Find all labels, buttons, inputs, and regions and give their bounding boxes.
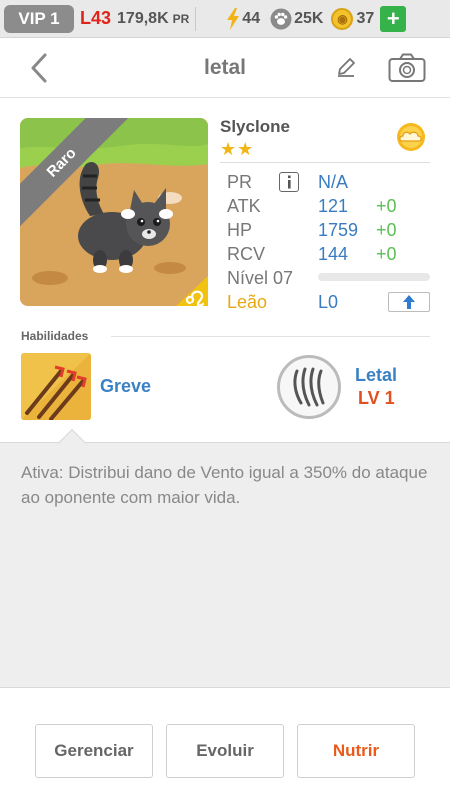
power-unit: PR: [172, 11, 190, 26]
nav-bar: letal: [0, 38, 450, 98]
rename-button[interactable]: [334, 55, 358, 84]
lightning-icon: [227, 7, 240, 30]
evolve-button[interactable]: Evoluir: [166, 724, 284, 778]
energy-counter[interactable]: 44: [226, 7, 261, 30]
stat-bonus-hp: +0: [376, 220, 397, 240]
divider: [111, 336, 430, 337]
energy-value: 44: [242, 9, 261, 27]
paw-counter[interactable]: 25K: [270, 8, 323, 30]
xp-progress-bar: [318, 273, 430, 281]
stat-bonus-rcv: +0: [376, 244, 397, 264]
zodiac-sign-label: Leão: [227, 292, 268, 312]
coin-value: 37: [356, 9, 375, 27]
stat-value-pr: N/A: [318, 172, 349, 192]
camera-icon: [388, 53, 426, 82]
manage-button[interactable]: Gerenciar: [35, 724, 153, 778]
add-currency-button[interactable]: +: [380, 5, 407, 32]
page-title: letal: [203, 56, 247, 79]
pencil-icon: [338, 58, 355, 77]
pr-info-button[interactable]: [279, 172, 299, 192]
divider: [195, 6, 197, 31]
active-skill-name[interactable]: Greve: [100, 376, 151, 397]
skill-description: Ativa: Distribui dano de Vento igual a 3…: [21, 463, 428, 507]
arrows-skill-icon: [21, 353, 91, 420]
stat-value-hp: 1759: [318, 220, 359, 240]
abilities-heading: Habilidades: [21, 329, 89, 343]
coin-icon: ◉: [331, 7, 354, 30]
claw-icon: [293, 367, 325, 407]
power-value: 179,8K: [117, 9, 169, 27]
pet-name: Slyclone: [220, 117, 290, 136]
star-rating: ★★: [220, 139, 255, 159]
stat-bonus-atk: +0: [376, 196, 397, 216]
upgrade-sign-button[interactable]: [388, 292, 430, 312]
stat-label-hp: HP: [227, 220, 253, 240]
paw-value: 25K: [294, 9, 324, 27]
power-rating: 179,8K PR: [117, 10, 189, 28]
vip-badge[interactable]: VIP 1: [4, 4, 74, 33]
status-bar: VIP 1 L43 179,8K PR 44 25K ◉ 37 +: [0, 0, 450, 38]
stat-value-rcv: 144: [318, 244, 349, 264]
passive-skill-button[interactable]: [277, 355, 341, 419]
arrow-up-icon: [403, 295, 415, 309]
divider: [220, 162, 430, 163]
info-icon: [288, 175, 291, 189]
passive-skill-level: LV 1: [358, 388, 395, 408]
coin-counter[interactable]: ◉ 37: [331, 7, 375, 30]
feed-button[interactable]: Nutrir: [297, 724, 415, 778]
stat-value-atk: 121: [318, 196, 349, 216]
cloud-element-icon: [392, 122, 430, 157]
active-skill-button[interactable]: [21, 353, 91, 420]
pet-level: Nível 07: [227, 268, 294, 288]
zodiac-sign-level: L0: [318, 292, 339, 312]
stat-label-rcv: RCV: [227, 244, 266, 264]
leo-sign-icon: [176, 276, 208, 307]
paw-icon: [270, 8, 292, 29]
stat-label-atk: ATK: [227, 196, 261, 216]
stat-label-pr: PR: [227, 172, 253, 192]
passive-skill-name[interactable]: Letal: [355, 365, 397, 386]
camera-button[interactable]: [388, 53, 426, 88]
player-level: L43: [80, 8, 112, 28]
